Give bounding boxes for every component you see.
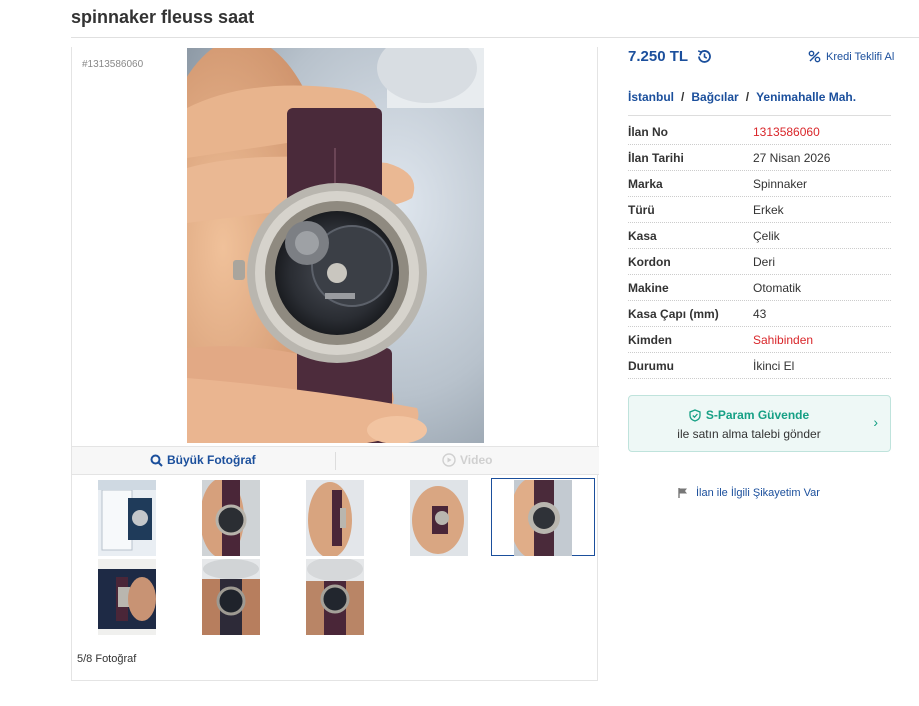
big-photo-button[interactable]: Büyük Fotoğraf bbox=[150, 453, 256, 467]
detail-key: Kordon bbox=[628, 255, 671, 269]
photo-action-bar: Büyük Fotoğraf Video bbox=[72, 446, 599, 475]
detail-row-type: Türü Erkek bbox=[628, 197, 891, 223]
detail-key: Makine bbox=[628, 281, 669, 295]
detail-row-date: İlan Tarihi 27 Nisan 2026 bbox=[628, 145, 891, 171]
detail-row-ad-no: İlan No 1313586060 bbox=[628, 119, 891, 145]
detail-row-case: Kasa Çelik bbox=[628, 223, 891, 249]
detail-value: 43 bbox=[753, 307, 767, 321]
ad-id-label: #1313586060 bbox=[82, 59, 144, 70]
magnifier-icon bbox=[150, 454, 163, 467]
detail-row-seller: Kimden Sahibinden bbox=[628, 327, 891, 353]
video-label: Video bbox=[460, 453, 493, 467]
percent-icon bbox=[808, 50, 821, 63]
location-breadcrumb: İstanbul / Bağcılar / Yenimahalle Mah. bbox=[628, 90, 856, 104]
detail-row-case-diameter: Kasa Çapı (mm) 43 bbox=[628, 301, 891, 327]
thumbnail-6[interactable] bbox=[98, 559, 156, 635]
video-button: Video bbox=[442, 453, 492, 467]
thumbnail-5[interactable] bbox=[514, 480, 572, 556]
credit-offer-label: Kredi Teklifi Al bbox=[826, 50, 895, 63]
flag-icon bbox=[678, 488, 687, 498]
sparam-subtitle: ile satın alma talebi gönder bbox=[677, 427, 821, 441]
complaint-label: İlan ile İlgili Şikayetim Var bbox=[696, 487, 820, 499]
detail-key: Türü bbox=[628, 203, 655, 217]
detail-key: Durumu bbox=[628, 359, 674, 373]
thumbnail-7[interactable] bbox=[202, 559, 260, 635]
sparam-title-row: S-Param Güvende bbox=[629, 408, 869, 422]
thumbnail-1[interactable] bbox=[98, 480, 156, 556]
detail-row-brand: Marka Spinnaker bbox=[628, 171, 891, 197]
detail-key: Marka bbox=[628, 177, 663, 191]
thumbnail-2[interactable] bbox=[202, 480, 260, 556]
main-photo[interactable] bbox=[187, 48, 484, 443]
detail-row-movement: Makine Otomatik bbox=[628, 275, 891, 301]
title-divider bbox=[71, 37, 919, 38]
breadcrumb-separator: / bbox=[745, 90, 750, 104]
thumbnail-3[interactable] bbox=[306, 480, 364, 556]
breadcrumb-separator: / bbox=[681, 90, 685, 104]
breadcrumb-district[interactable]: Bağcılar bbox=[691, 90, 738, 104]
thumbnail-4[interactable] bbox=[410, 480, 468, 556]
complaint-link[interactable]: İlan ile İlgili Şikayetim Var bbox=[677, 487, 820, 499]
photo-gallery: #1313586060 Büyük Fotoğraf Video 5/8 Fot… bbox=[71, 47, 599, 681]
detail-value: Spinnaker bbox=[753, 177, 808, 191]
shield-check-icon bbox=[689, 408, 701, 422]
breadcrumb-divider bbox=[628, 115, 891, 116]
detail-value: Otomatik bbox=[753, 281, 802, 295]
breadcrumb-neighborhood[interactable]: Yenimahalle Mah. bbox=[756, 90, 856, 104]
detail-value: Erkek bbox=[753, 203, 784, 217]
detail-row-condition: Durumu İkinci El bbox=[628, 353, 891, 379]
price-row: 7.250 TL bbox=[628, 48, 713, 65]
detail-value: İkinci El bbox=[753, 359, 795, 373]
details-table: İlan No 1313586060 İlan Tarihi 27 Nisan 20… bbox=[628, 119, 891, 379]
breadcrumb-city[interactable]: İstanbul bbox=[628, 90, 674, 104]
clock-history-icon[interactable] bbox=[696, 48, 713, 65]
detail-value: Deri bbox=[753, 255, 776, 269]
chevron-right-icon: › bbox=[873, 414, 878, 430]
big-photo-label: Büyük Fotoğraf bbox=[167, 453, 256, 467]
detail-value: 1313586060 bbox=[753, 125, 820, 139]
detail-key: Kasa Çapı (mm) bbox=[628, 307, 719, 321]
sparam-secure-box[interactable]: S-Param Güvende ile satın alma talebi gö… bbox=[628, 395, 891, 452]
bar-divider bbox=[335, 452, 336, 470]
page-title: spinnaker fleuss saat bbox=[71, 7, 255, 27]
detail-value: 27 Nisan 2026 bbox=[753, 151, 831, 165]
sparam-title: S-Param Güvende bbox=[705, 408, 810, 422]
detail-key: İlan Tarihi bbox=[628, 151, 684, 165]
detail-key: İlan No bbox=[628, 125, 669, 139]
thumbnail-8[interactable] bbox=[306, 559, 364, 635]
detail-key: Kimden bbox=[628, 333, 673, 347]
play-icon bbox=[442, 453, 456, 467]
credit-offer-link[interactable]: Kredi Teklifi Al bbox=[808, 50, 894, 63]
detail-value: Çelik bbox=[753, 229, 780, 243]
photo-counter: 5/8 Fotoğraf bbox=[77, 653, 137, 665]
detail-key: Kasa bbox=[628, 229, 657, 243]
detail-value: Sahibinden bbox=[753, 333, 814, 347]
price: 7.250 TL bbox=[628, 48, 689, 65]
detail-row-strap: Kordon Deri bbox=[628, 249, 891, 275]
